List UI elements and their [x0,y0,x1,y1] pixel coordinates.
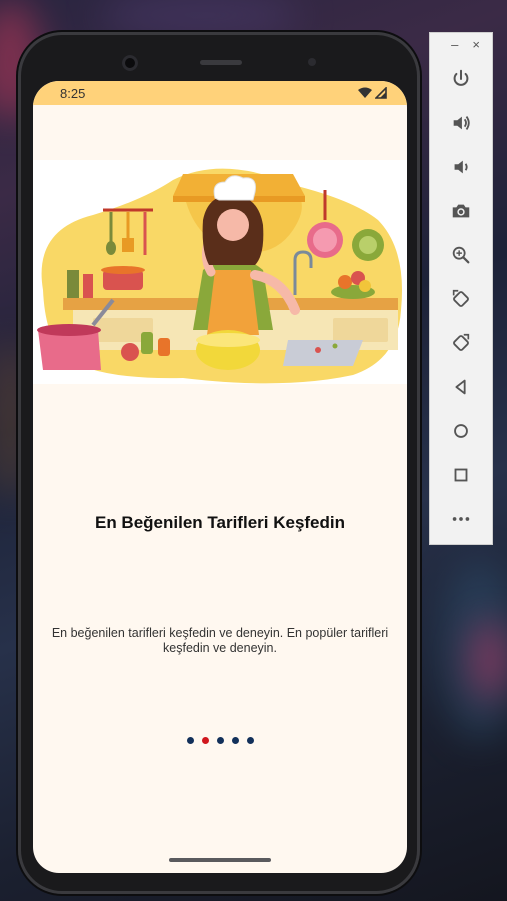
gesture-home-bar[interactable] [169,858,271,862]
zoom-icon [452,246,470,264]
volume-down-button[interactable] [445,151,477,183]
power-icon [453,69,469,86]
proximity-sensor [308,58,316,66]
home-icon [454,424,468,438]
status-bar: 8:25 [33,81,407,105]
onboarding-description: En beğenilen tarifleri keşfedin ve deney… [51,626,389,655]
wifi-icon [358,87,372,98]
camera-icon [452,204,470,218]
volume-up-icon [453,116,470,130]
front-camera [122,55,138,71]
rotate-right-icon [453,333,470,351]
close-button[interactable]: × [472,37,480,57]
rotate-right-button[interactable] [445,327,477,359]
overview-button[interactable] [445,459,477,491]
back-button[interactable] [445,371,477,403]
phone-screen: 8:25 En Beğenilen Tarifleri Keşfedin En … [33,81,407,873]
volume-down-icon [454,160,468,174]
more-icon [452,517,470,521]
page-dot-3[interactable] [216,737,224,744]
onboarding-title: En Beğenilen Tarifleri Keşfedin [94,513,346,532]
page-dot-4[interactable] [231,737,239,744]
chef-illustration [33,160,407,384]
background-glow [470,620,507,700]
power-button[interactable] [445,63,477,95]
volume-up-button[interactable] [445,107,477,139]
minimize-button[interactable]: – [451,37,458,57]
more-button[interactable] [445,503,477,535]
zoom-button[interactable] [445,239,477,271]
rotate-left-button[interactable] [445,283,477,315]
status-time: 8:25 [60,85,86,101]
rotate-left-icon [452,289,469,307]
page-dot-5[interactable] [246,737,254,744]
speaker-grille [200,60,242,65]
page-indicator [33,737,407,744]
screenshot-button[interactable] [445,195,477,227]
status-icons [358,87,387,99]
page-dot-2-active[interactable] [201,737,209,744]
emulator-toolbar: – × [429,32,493,545]
overview-icon [454,468,468,482]
signal-icon [375,87,387,99]
toolbar-window-controls: – × [430,37,492,57]
page-dot-1[interactable] [186,737,194,744]
back-icon [455,379,466,395]
home-button[interactable] [445,415,477,447]
